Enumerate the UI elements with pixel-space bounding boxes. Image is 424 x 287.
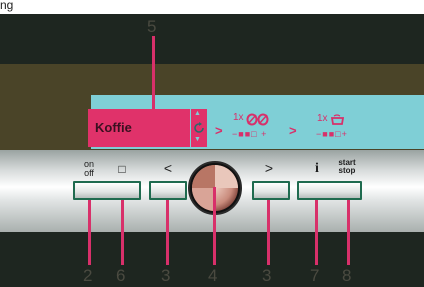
callout-line-next (267, 200, 270, 265)
callout-line-info (315, 200, 318, 265)
refresh-icon (194, 122, 204, 133)
callout-number-onoff: 2 (83, 266, 93, 285)
prev-label: < (163, 160, 173, 176)
arrow-icon: > (289, 123, 297, 138)
onoff-label: on off (83, 159, 94, 178)
product-name: Koffie (95, 120, 132, 135)
prev-button[interactable] (149, 181, 187, 200)
callout-line-dial (213, 187, 216, 265)
cup-icon (330, 114, 345, 125)
callout-number-display: 5 (147, 17, 157, 36)
callout-line-menu (121, 200, 124, 265)
callout-line-prev (166, 200, 169, 265)
caption-strip: ng (0, 0, 424, 14)
panel-top-dark (0, 14, 424, 64)
callout-line-startstop (347, 200, 350, 265)
info-label: i (315, 161, 319, 176)
next-button[interactable] (252, 181, 290, 200)
next-label: > (264, 160, 274, 176)
callout-number-startstop: 8 (342, 266, 352, 285)
callout-number-info: 7 (310, 266, 320, 285)
callout-line-onoff (88, 200, 91, 265)
arrow-icon: > (215, 123, 223, 138)
scroll-up-icon: ▲ (194, 110, 201, 117)
callout-number-prev: 3 (161, 266, 171, 285)
bean-strength-icon (246, 113, 269, 126)
startstop-label: start stop (338, 158, 356, 175)
callout-number-menu: 6 (116, 266, 126, 285)
scroll-down-icon: ▼ (194, 136, 201, 143)
strength-prefix: 1x (233, 112, 244, 123)
callout-number-next: 3 (262, 266, 272, 285)
strength-scale: −■■□ + (232, 129, 268, 139)
onoff-menu-key[interactable] (73, 181, 141, 200)
cup-scale: −■■□+ (316, 129, 348, 139)
info-startstop-key[interactable] (297, 181, 362, 200)
caption-fragment: ng (0, 0, 14, 12)
cup-prefix: 1x (317, 113, 328, 124)
menu-label: □ (118, 162, 126, 176)
callout-number-dial: 4 (208, 266, 218, 285)
callout-line-display (152, 36, 155, 109)
